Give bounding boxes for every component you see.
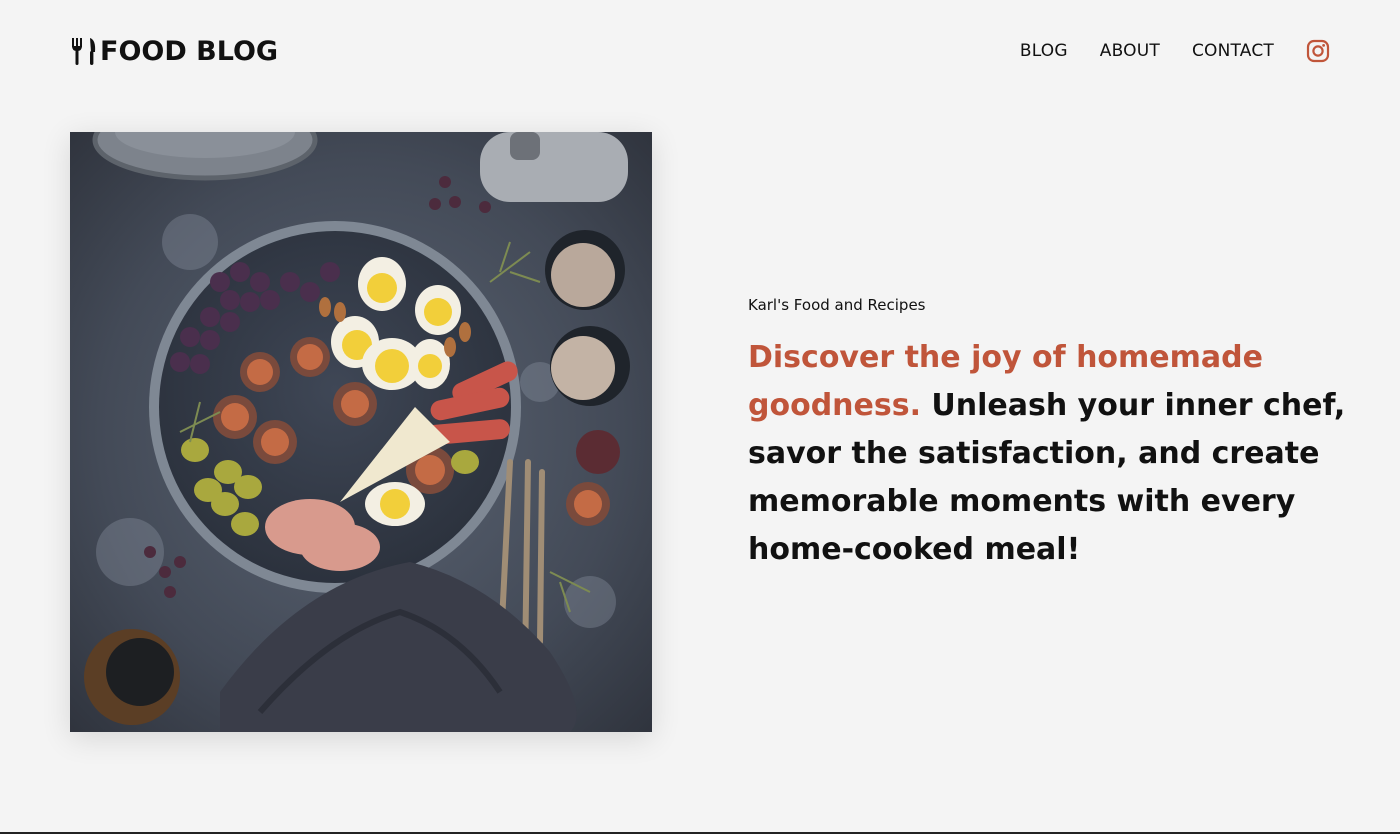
nav-link-contact[interactable]: CONTACT [1192,41,1274,61]
site-header: FOOD BLOG BLOG ABOUT CONTACT [70,28,1330,74]
site-logo[interactable]: FOOD BLOG [70,36,278,67]
hero-eyebrow: Karl's Food and Recipes [748,296,926,314]
hero-food-photo [70,132,652,732]
hero-headline: Discover the joy of homemade goodness. U… [748,334,1348,574]
nav-link-about[interactable]: ABOUT [1100,41,1160,61]
nav-link-blog[interactable]: BLOG [1020,41,1068,61]
fork-knife-icon [70,36,98,66]
logo-text: FOOD BLOG [100,35,279,67]
instagram-icon[interactable] [1306,39,1330,63]
hero-text: Karl's Food and Recipes Discover the joy… [748,296,1348,574]
page: FOOD BLOG BLOG ABOUT CONTACT Karl's Food… [0,0,1400,834]
main-nav: BLOG ABOUT CONTACT [1020,39,1330,63]
